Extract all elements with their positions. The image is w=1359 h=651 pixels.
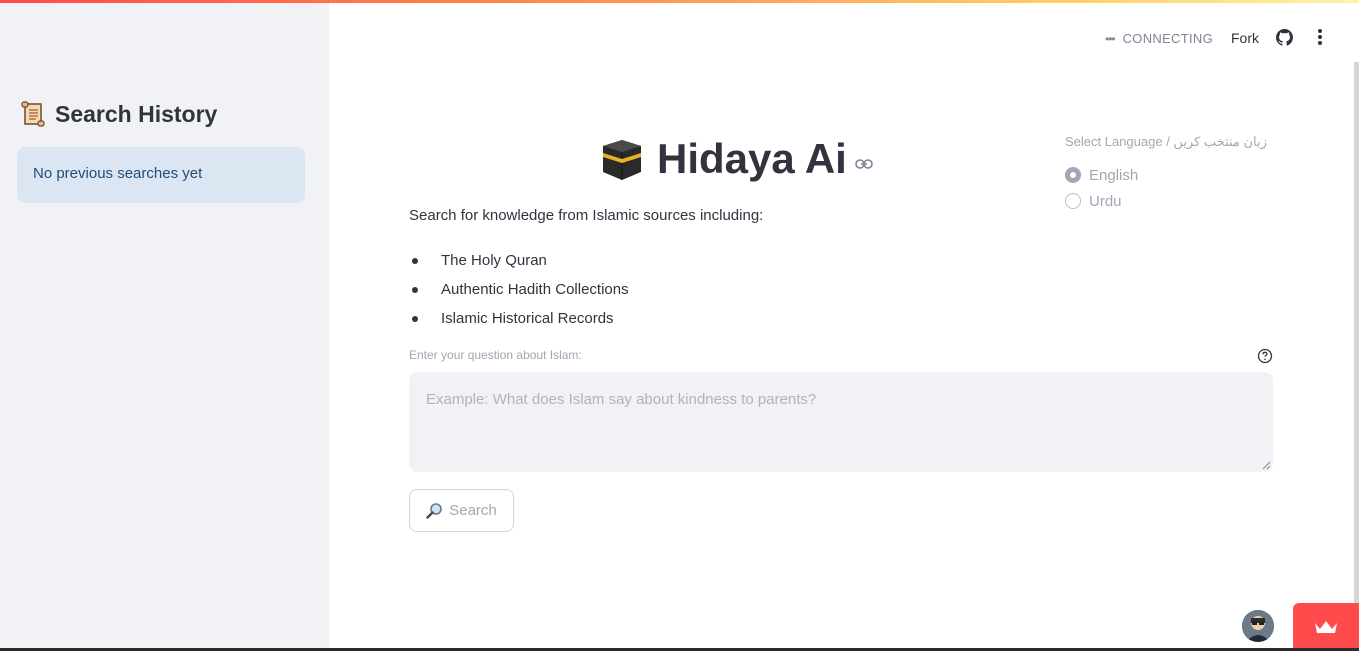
streamlit-badge[interactable] <box>1293 603 1359 651</box>
source-label: Islamic Historical Records <box>441 310 614 327</box>
search-button-label: Search <box>449 502 497 519</box>
list-item: The Holy Quran <box>409 246 629 275</box>
language-selector: Select Language / زبان منتخب کریں Englis… <box>1065 134 1267 214</box>
resize-grip-icon[interactable] <box>1262 461 1271 470</box>
status-text: CONNECTING <box>1122 31 1213 46</box>
more-vertical-icon[interactable] <box>1317 29 1323 47</box>
sidebar-heading: Search History <box>19 100 217 128</box>
sidebar-title: Search History <box>55 100 218 127</box>
scroll-icon <box>21 101 45 127</box>
scrollbar[interactable] <box>1354 62 1359 651</box>
source-label: Authentic Hadith Collections <box>441 281 629 298</box>
app-header: ••• CONNECTING Fork <box>329 0 1359 70</box>
connection-status: ••• CONNECTING <box>1105 31 1213 46</box>
question-label: Enter your question about Islam: <box>409 348 582 362</box>
fork-button[interactable]: Fork <box>1231 30 1259 46</box>
search-button[interactable]: Search <box>409 489 514 532</box>
bullet <box>412 286 418 293</box>
app-title: Hidaya Ai <box>657 135 847 182</box>
kaaba-icon <box>603 140 641 180</box>
language-option-label: English <box>1089 166 1139 184</box>
bullet <box>412 257 418 264</box>
list-item: Authentic Hadith Collections <box>409 275 629 304</box>
help-icon[interactable] <box>1257 348 1273 364</box>
history-empty-notice: No previous searches yet <box>17 147 305 203</box>
language-option-urdu[interactable]: Urdu <box>1065 188 1267 214</box>
connecting-dots-icon: ••• <box>1105 31 1116 46</box>
top-decoration-bar <box>0 0 1359 3</box>
crown-icon <box>1315 621 1337 633</box>
github-icon[interactable] <box>1276 29 1293 46</box>
list-item: Islamic Historical Records <box>409 304 629 333</box>
question-input[interactable] <box>409 372 1273 472</box>
language-option-label: Urdu <box>1089 192 1122 210</box>
link-icon[interactable] <box>855 158 873 170</box>
language-option-english[interactable]: English <box>1065 162 1267 188</box>
language-label: Select Language / زبان منتخب کریں <box>1065 134 1267 149</box>
radio-unchecked[interactable] <box>1065 193 1081 209</box>
page-title: Hidaya Ai <box>599 135 873 183</box>
bullet <box>412 315 418 322</box>
sources-list: The Holy Quran Authentic Hadith Collecti… <box>409 246 629 333</box>
avatar-image <box>1242 610 1274 642</box>
search-icon <box>426 503 443 519</box>
avatar[interactable] <box>1242 610 1274 642</box>
source-label: The Holy Quran <box>441 252 547 269</box>
intro-text: Search for knowledge from Islamic source… <box>409 207 764 224</box>
radio-checked[interactable] <box>1065 167 1081 183</box>
sidebar: Search History No previous searches yet <box>0 0 329 651</box>
